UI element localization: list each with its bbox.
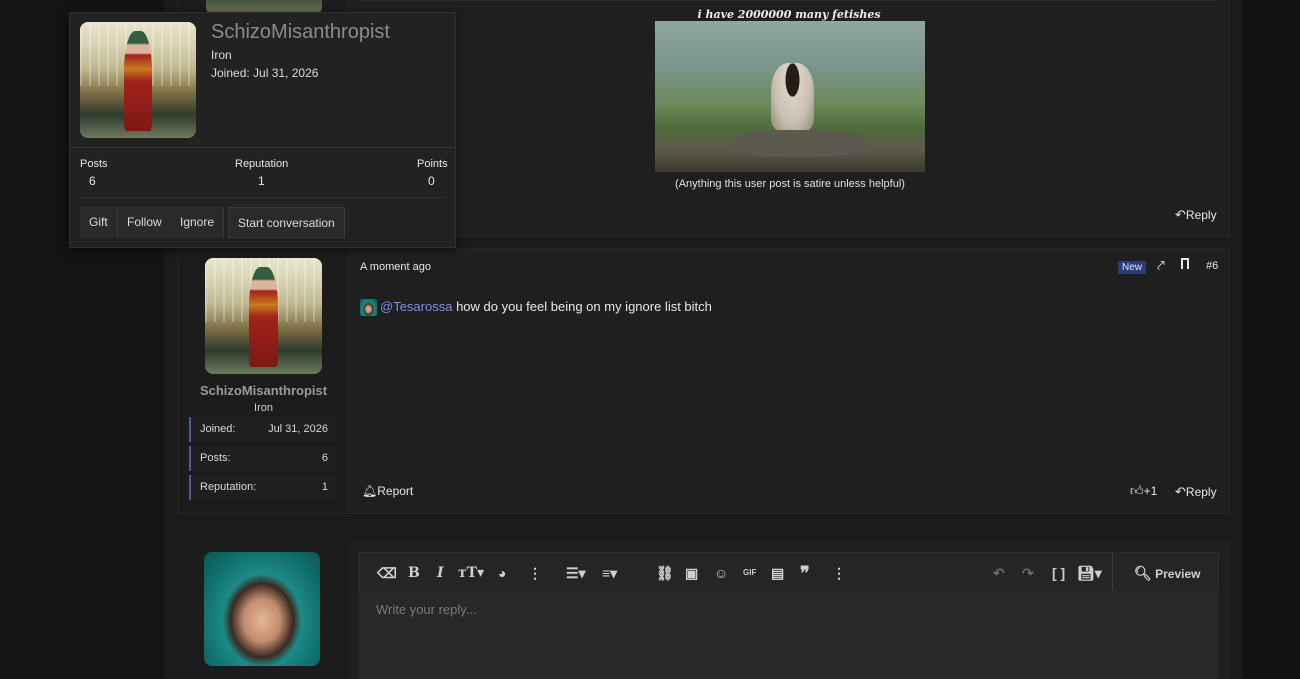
reply-label: Reply xyxy=(1185,208,1217,222)
quick-reply: ⌫ B I тT▾ ◕ ⋮ ☰▾ ≡▾ ⛓ ▣ ☺ GIF ▤ ❞ ⋮ ↶ ↷ … xyxy=(177,541,1230,679)
member-tooltip: SchizoMisanthropist Iron Joined: Jul 31,… xyxy=(69,12,456,248)
stat-value: Jul 31, 2026 xyxy=(268,423,328,435)
align-icon[interactable]: ≡▾ xyxy=(602,553,617,593)
preview-icon: 🔍︎ xyxy=(1134,565,1152,581)
italic-icon[interactable]: I xyxy=(437,553,444,593)
message-body: how do you feel being on my ignore list … xyxy=(456,299,712,314)
thumbs-up-icon: 👍︎ xyxy=(1130,483,1144,498)
signature-image xyxy=(655,21,925,172)
stat-label: Reputation: xyxy=(200,481,257,493)
tooltip-stat-points-label: Points xyxy=(417,158,448,170)
save-icon[interactable]: 💾︎▾ xyxy=(1077,553,1102,593)
undo-icon[interactable]: ↶ xyxy=(993,553,1005,593)
post-6-reply-button[interactable]: ↶Reply xyxy=(1175,484,1217,500)
more-icon[interactable]: ⋮ xyxy=(832,553,846,593)
image-icon[interactable]: ▣ xyxy=(685,553,698,593)
redo-icon[interactable]: ↷ xyxy=(1022,553,1034,593)
eraser-icon[interactable]: ⌫ xyxy=(377,553,397,593)
user-stat-joined: Joined: Jul 31, 2026 xyxy=(189,417,337,442)
right-gutter xyxy=(1243,0,1300,679)
reply-icon: ↶ xyxy=(1175,207,1186,222)
like-button[interactable]: 👍︎+1 xyxy=(1130,483,1157,499)
bookmark-icon[interactable] xyxy=(1181,258,1189,269)
current-user-avatar[interactable] xyxy=(204,552,320,666)
mention-avatar xyxy=(360,299,377,316)
toolbar-divider xyxy=(1112,553,1113,591)
list-icon[interactable]: ☰▾ xyxy=(566,553,586,593)
media-icon[interactable]: ▤ xyxy=(771,553,784,593)
user-stat-reputation: Reputation: 1 xyxy=(189,475,337,500)
post-6-userbit: SchizoMisanthropist Iron Joined: Jul 31,… xyxy=(178,249,349,513)
palette-icon[interactable]: ◕ xyxy=(498,553,506,593)
tooltip-stat-points-value: 0 xyxy=(428,174,435,188)
preview-label: Preview xyxy=(1155,567,1201,581)
post-6-user-rank: Iron xyxy=(254,402,273,414)
link-icon[interactable]: ⛓ xyxy=(656,553,674,593)
stat-value: 1 xyxy=(321,481,328,493)
tooltip-username[interactable]: SchizoMisanthropist xyxy=(211,21,390,44)
signature-title: i have 2000000 many fetishes xyxy=(697,8,881,21)
post-6-avatar[interactable] xyxy=(205,258,322,374)
tooltip-divider xyxy=(80,197,445,198)
stat-label: Posts: xyxy=(200,452,231,464)
post-5-reply-button[interactable]: ↶Reply xyxy=(1175,207,1217,223)
signature-caption: (Anything this user post is satire unles… xyxy=(675,178,905,190)
quote-icon[interactable]: ❞ xyxy=(800,553,810,593)
reply-textarea[interactable]: Write your reply... xyxy=(359,591,1219,679)
reaction-count: +1 xyxy=(1143,484,1158,498)
tooltip-joined: Joined: Jul 31, 2026 xyxy=(211,66,319,80)
post-6: SchizoMisanthropist Iron Joined: Jul 31,… xyxy=(177,248,1230,514)
editor-toolbar: ⌫ B I тT▾ ◕ ⋮ ☰▾ ≡▾ ⛓ ▣ ☺ GIF ▤ ❞ ⋮ ↶ ↷ … xyxy=(359,552,1219,592)
more-icon[interactable]: ⋮ xyxy=(528,553,542,593)
tooltip-rank: Iron xyxy=(211,48,232,62)
tooltip-avatar[interactable] xyxy=(80,22,196,138)
signature-divider xyxy=(360,0,1218,1)
text-size-icon[interactable]: тT▾ xyxy=(458,553,484,593)
new-badge: New xyxy=(1118,261,1147,274)
bell-icon: 🔔︎ xyxy=(362,484,378,498)
ignore-button[interactable]: Ignore xyxy=(171,207,225,238)
gif-icon[interactable]: GIF xyxy=(743,553,756,593)
brackets-icon[interactable]: [ ] xyxy=(1052,553,1065,593)
reply-placeholder: Write your reply... xyxy=(376,602,477,617)
reply-icon: ↶ xyxy=(1175,484,1186,499)
tooltip-actions: Gift Follow Ignore Start conversation xyxy=(80,207,445,238)
bold-icon[interactable]: B xyxy=(408,553,420,593)
post-number[interactable]: #6 xyxy=(1206,260,1218,272)
stat-label: Joined: xyxy=(200,423,236,435)
tooltip-stat-posts-value: 6 xyxy=(89,174,96,188)
user-stat-posts: Posts: 6 xyxy=(189,446,337,471)
preview-button[interactable]: 🔍︎ Preview xyxy=(1134,553,1201,593)
follow-button[interactable]: Follow xyxy=(118,207,172,238)
tooltip-stat-rep-value: 1 xyxy=(258,174,265,188)
tooltip-stat-posts-label: Posts xyxy=(80,158,108,170)
post-6-timestamp[interactable]: A moment ago xyxy=(360,261,431,273)
start-conversation-button[interactable]: Start conversation xyxy=(228,207,345,238)
smiley-icon[interactable]: ☺ xyxy=(714,553,728,593)
share-icon[interactable]: ⤤ xyxy=(1157,257,1165,274)
post-6-username[interactable]: SchizoMisanthropist xyxy=(178,383,349,398)
tooltip-divider xyxy=(70,147,455,148)
report-label: Report xyxy=(377,484,414,498)
tooltip-stat-rep-label: Reputation xyxy=(235,158,289,170)
mention-link[interactable]: @Tesarossa xyxy=(380,299,452,314)
stat-value: 6 xyxy=(321,452,328,464)
report-button[interactable]: 🔔︎Report xyxy=(362,484,413,498)
gift-button[interactable]: Gift xyxy=(80,207,118,238)
reply-label: Reply xyxy=(1185,485,1217,499)
post-6-message: @Tesarossa how do you feel being on my i… xyxy=(380,299,712,314)
